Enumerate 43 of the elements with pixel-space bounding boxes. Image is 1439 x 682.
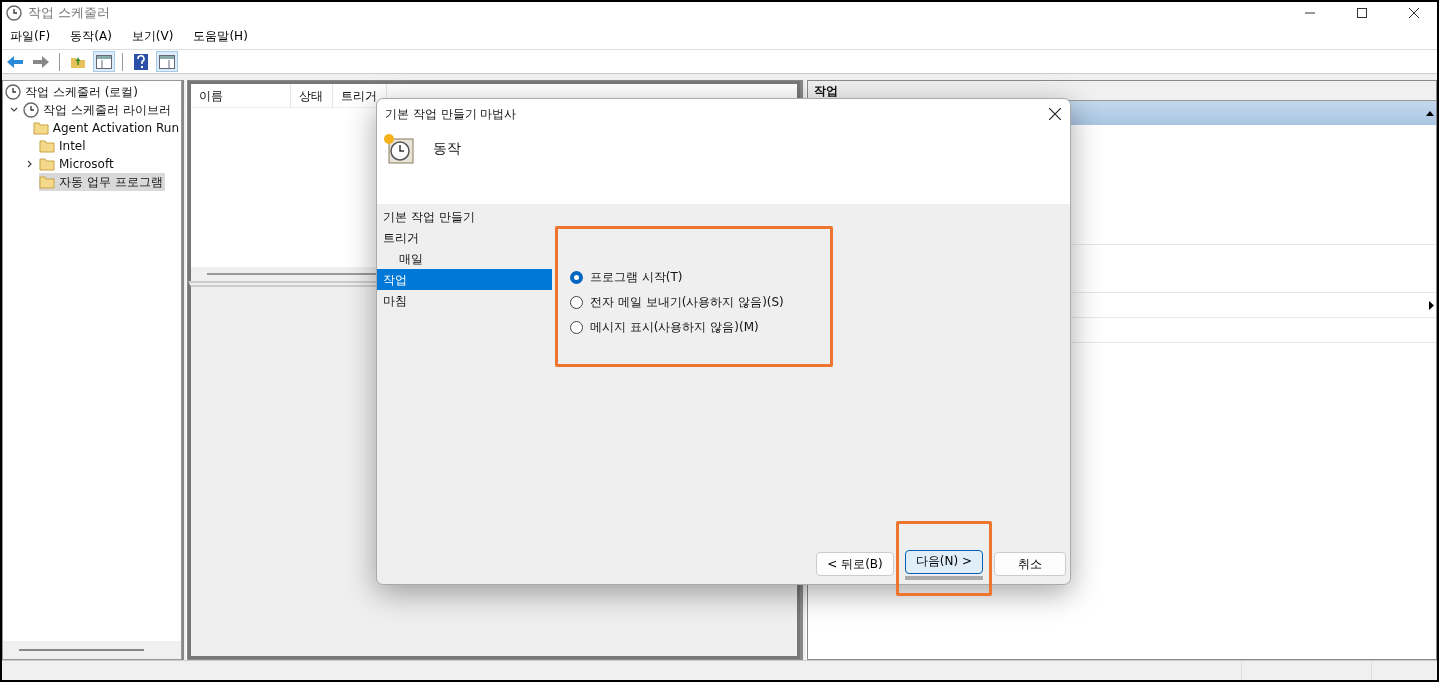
clock-icon [5, 84, 21, 100]
menu-item[interactable]: 동작(A) [64, 26, 118, 47]
show-tree-button[interactable] [93, 51, 115, 72]
folder-icon [39, 157, 55, 171]
clock-icon [6, 5, 22, 21]
folder-arrow-icon [70, 54, 86, 69]
wizard-step[interactable]: 기본 작업 만들기 [377, 206, 552, 227]
close-icon [1409, 8, 1419, 18]
wizard-step[interactable]: 트리거 [377, 227, 552, 248]
column-header[interactable]: 이름 [191, 84, 291, 107]
collapse-arrow-icon [1426, 110, 1434, 116]
tree-item[interactable]: Agent Activation Run [32, 119, 181, 137]
task-clock-icon [383, 133, 415, 165]
dialog-title: 기본 작업 만들기 마법사 [385, 105, 518, 123]
menu-item[interactable]: 도움말(H) [187, 26, 254, 47]
actions-pane-title: 작업 [808, 81, 1436, 101]
column-header[interactable]: 상태 [291, 84, 333, 107]
maximize-icon [1357, 8, 1367, 18]
menu-item[interactable]: 파일(F) [4, 26, 57, 47]
wizard-step[interactable]: 매일 [377, 248, 552, 269]
show-action-pane-button[interactable] [156, 51, 178, 72]
close-icon [1049, 108, 1061, 120]
folder-icon [39, 175, 55, 189]
wizard-step[interactable]: 마침 [377, 290, 552, 311]
submenu-arrow-icon [1429, 300, 1434, 310]
wizard-button[interactable]: 취소 [994, 552, 1066, 576]
radio-option[interactable]: 프로그램 시작(T) [570, 269, 830, 286]
tree-item[interactable]: Intel [39, 137, 88, 155]
radio-option[interactable]: 메시지 표시(사용하지 않음)(M) [570, 319, 830, 336]
wizard-button[interactable]: 다음(N) > [904, 549, 983, 574]
tree-item[interactable]: Microsoft [39, 155, 116, 173]
wizard-step[interactable]: 작업 [377, 269, 552, 290]
tree-item[interactable]: 작업 스케줄러 라이브러 [23, 101, 173, 119]
wizard-button[interactable]: < 뒤로(B) [816, 552, 894, 576]
folder-icon [32, 121, 49, 135]
window-title: 작업 스케줄러 [28, 4, 112, 22]
scrollbar-thumb[interactable] [19, 649, 144, 651]
menu-item[interactable]: 보기(V) [125, 26, 180, 47]
radio-option[interactable]: 전자 메일 보내기(사용하지 않음)(S) [570, 294, 830, 311]
tree-item[interactable]: 자동 업무 프로그램 [39, 173, 165, 191]
folder-icon [39, 139, 55, 153]
tree-item[interactable]: 작업 스케줄러 (로컬) [5, 83, 140, 101]
step-heading: 동작 [433, 140, 461, 158]
